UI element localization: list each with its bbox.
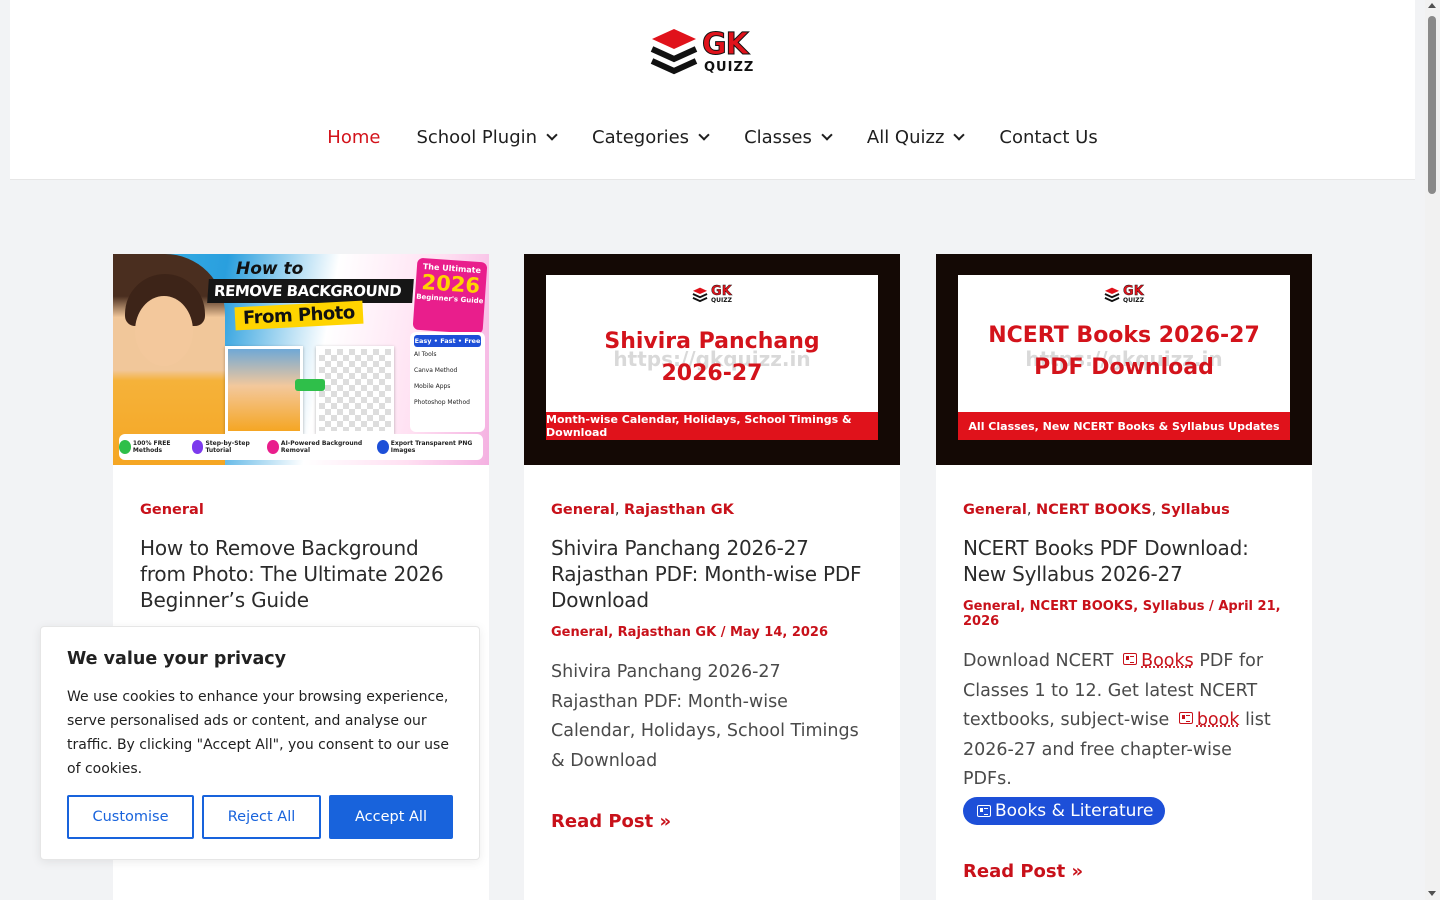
- thumb-title: Shivira Panchang 2026-27: [604, 329, 820, 386]
- post-thumbnail[interactable]: GK QUIZZ https://gkquizz.in NCERT Books 2…: [936, 254, 1312, 465]
- nav-home[interactable]: Home: [309, 127, 398, 148]
- arrow-icon: [295, 379, 325, 391]
- logo-stack-icon: [1104, 287, 1120, 302]
- post-categories: General: [140, 502, 462, 518]
- thumb-strip: Month-wise Calendar, Holidays, School Ti…: [546, 412, 878, 440]
- post-excerpt: Download NCERT Books PDF for Classes 1 t…: [963, 647, 1285, 827]
- page-scrollbar[interactable]: [1425, 0, 1440, 900]
- logo-stack-icon: [692, 287, 708, 302]
- read-post-link[interactable]: Read Post »: [551, 811, 671, 832]
- chevron-down-icon: [953, 129, 966, 141]
- post-categories: General, Rajasthan GK: [551, 502, 734, 518]
- chevron-down-icon: [546, 129, 558, 141]
- post-title[interactable]: How to Remove Background from Photo: The…: [140, 535, 462, 613]
- main-nav: Home School Plugin Categories Classes Al…: [10, 127, 1415, 148]
- books-literature-tag[interactable]: Books & Literature: [963, 796, 1166, 825]
- thumb-text: How to: [236, 259, 304, 279]
- book-link[interactable]: book: [1197, 710, 1240, 730]
- logo-gk-text: GK: [701, 27, 749, 62]
- nav-all-quizz[interactable]: All Quizz: [849, 127, 982, 148]
- after-photo: [316, 346, 394, 434]
- thumb-badge: The Ultimate 2026 Beginner's Guide: [412, 257, 488, 335]
- post-meta: General, NCERT BOOKS, Syllabus / April 2…: [963, 599, 1281, 629]
- post-thumbnail[interactable]: GK QUIZZ https://gkquizz.in Shivira Panch…: [524, 254, 900, 465]
- logo-sub-text: QUIZZ: [704, 60, 755, 75]
- nav-classes[interactable]: Classes: [726, 127, 849, 148]
- post-card: GK QUIZZ https://gkquizz.in Shivira Panch…: [524, 254, 900, 900]
- cookie-title: We value your privacy: [67, 649, 287, 669]
- category-link[interactable]: Rajasthan GK: [624, 502, 734, 518]
- books-link[interactable]: Books: [1141, 651, 1194, 671]
- thumb-feature-list: Easy • Fast • Free AI Tools Canva Method…: [410, 332, 485, 432]
- scroll-down-arrow-icon[interactable]: [1428, 891, 1436, 896]
- post-meta: General, Rajasthan GK / May 14, 2026: [551, 625, 829, 640]
- cookie-text: We use cookies to enhance your browsing …: [67, 689, 449, 777]
- nav-contact-us[interactable]: Contact Us: [981, 127, 1115, 148]
- thumb-title: NCERT Books 2026-27 PDF Download: [988, 323, 1260, 380]
- nav-school-plugin[interactable]: School Plugin: [398, 127, 574, 148]
- category-link[interactable]: NCERT BOOKS: [1036, 502, 1152, 518]
- scrollbar-thumb[interactable]: [1428, 16, 1436, 194]
- scroll-up-arrow-icon[interactable]: [1428, 3, 1436, 8]
- category-link[interactable]: Syllabus: [1161, 502, 1230, 518]
- post-excerpt: Shivira Panchang 2026-27 Rajasthan PDF: …: [551, 662, 859, 771]
- document-icon: [977, 804, 991, 817]
- customise-button[interactable]: Customise: [67, 795, 194, 839]
- category-link[interactable]: General: [551, 502, 615, 518]
- document-icon: [1123, 653, 1138, 665]
- site-header: GK QUIZZ Home School Plugin Categories C…: [10, 0, 1415, 180]
- post-title[interactable]: Shivira Panchang 2026-27 Rajasthan PDF: …: [551, 535, 873, 613]
- post-thumbnail[interactable]: How to REMOVE BACKGROUND From Photo The …: [113, 254, 489, 465]
- thumb-logo: GK QUIZZ: [692, 285, 732, 304]
- thumb-features-bar: 100% FREE Methods Step-by-Step Tutorial …: [119, 434, 483, 460]
- logo-stack-icon: [650, 29, 698, 75]
- cookie-consent-banner: We value your privacy We use cookies to …: [40, 626, 480, 860]
- post-card: GK QUIZZ https://gkquizz.in NCERT Books 2…: [936, 254, 1312, 900]
- reject-all-button[interactable]: Reject All: [202, 795, 321, 839]
- thumb-strip: All Classes, New NCERT Books & Syllabus …: [958, 412, 1290, 440]
- post-title[interactable]: NCERT Books PDF Download: New Syllabus 2…: [963, 535, 1285, 587]
- chevron-down-icon: [698, 129, 710, 141]
- accept-all-button[interactable]: Accept All: [329, 795, 453, 839]
- thumb-logo: GK QUIZZ: [1104, 285, 1144, 304]
- thumb-headline: REMOVE BACKGROUND: [207, 279, 414, 303]
- read-post-link[interactable]: Read Post »: [963, 861, 1083, 882]
- before-photo: [225, 346, 303, 434]
- nav-categories[interactable]: Categories: [574, 127, 726, 148]
- chevron-down-icon: [821, 129, 833, 141]
- post-categories: General, NCERT BOOKS, Syllabus: [963, 502, 1230, 518]
- document-icon: [1178, 712, 1193, 724]
- category-link[interactable]: General: [963, 502, 1027, 518]
- site-logo[interactable]: GK QUIZZ: [650, 22, 795, 82]
- category-link[interactable]: General: [140, 502, 204, 518]
- thumb-subheadline: From Photo: [234, 300, 364, 331]
